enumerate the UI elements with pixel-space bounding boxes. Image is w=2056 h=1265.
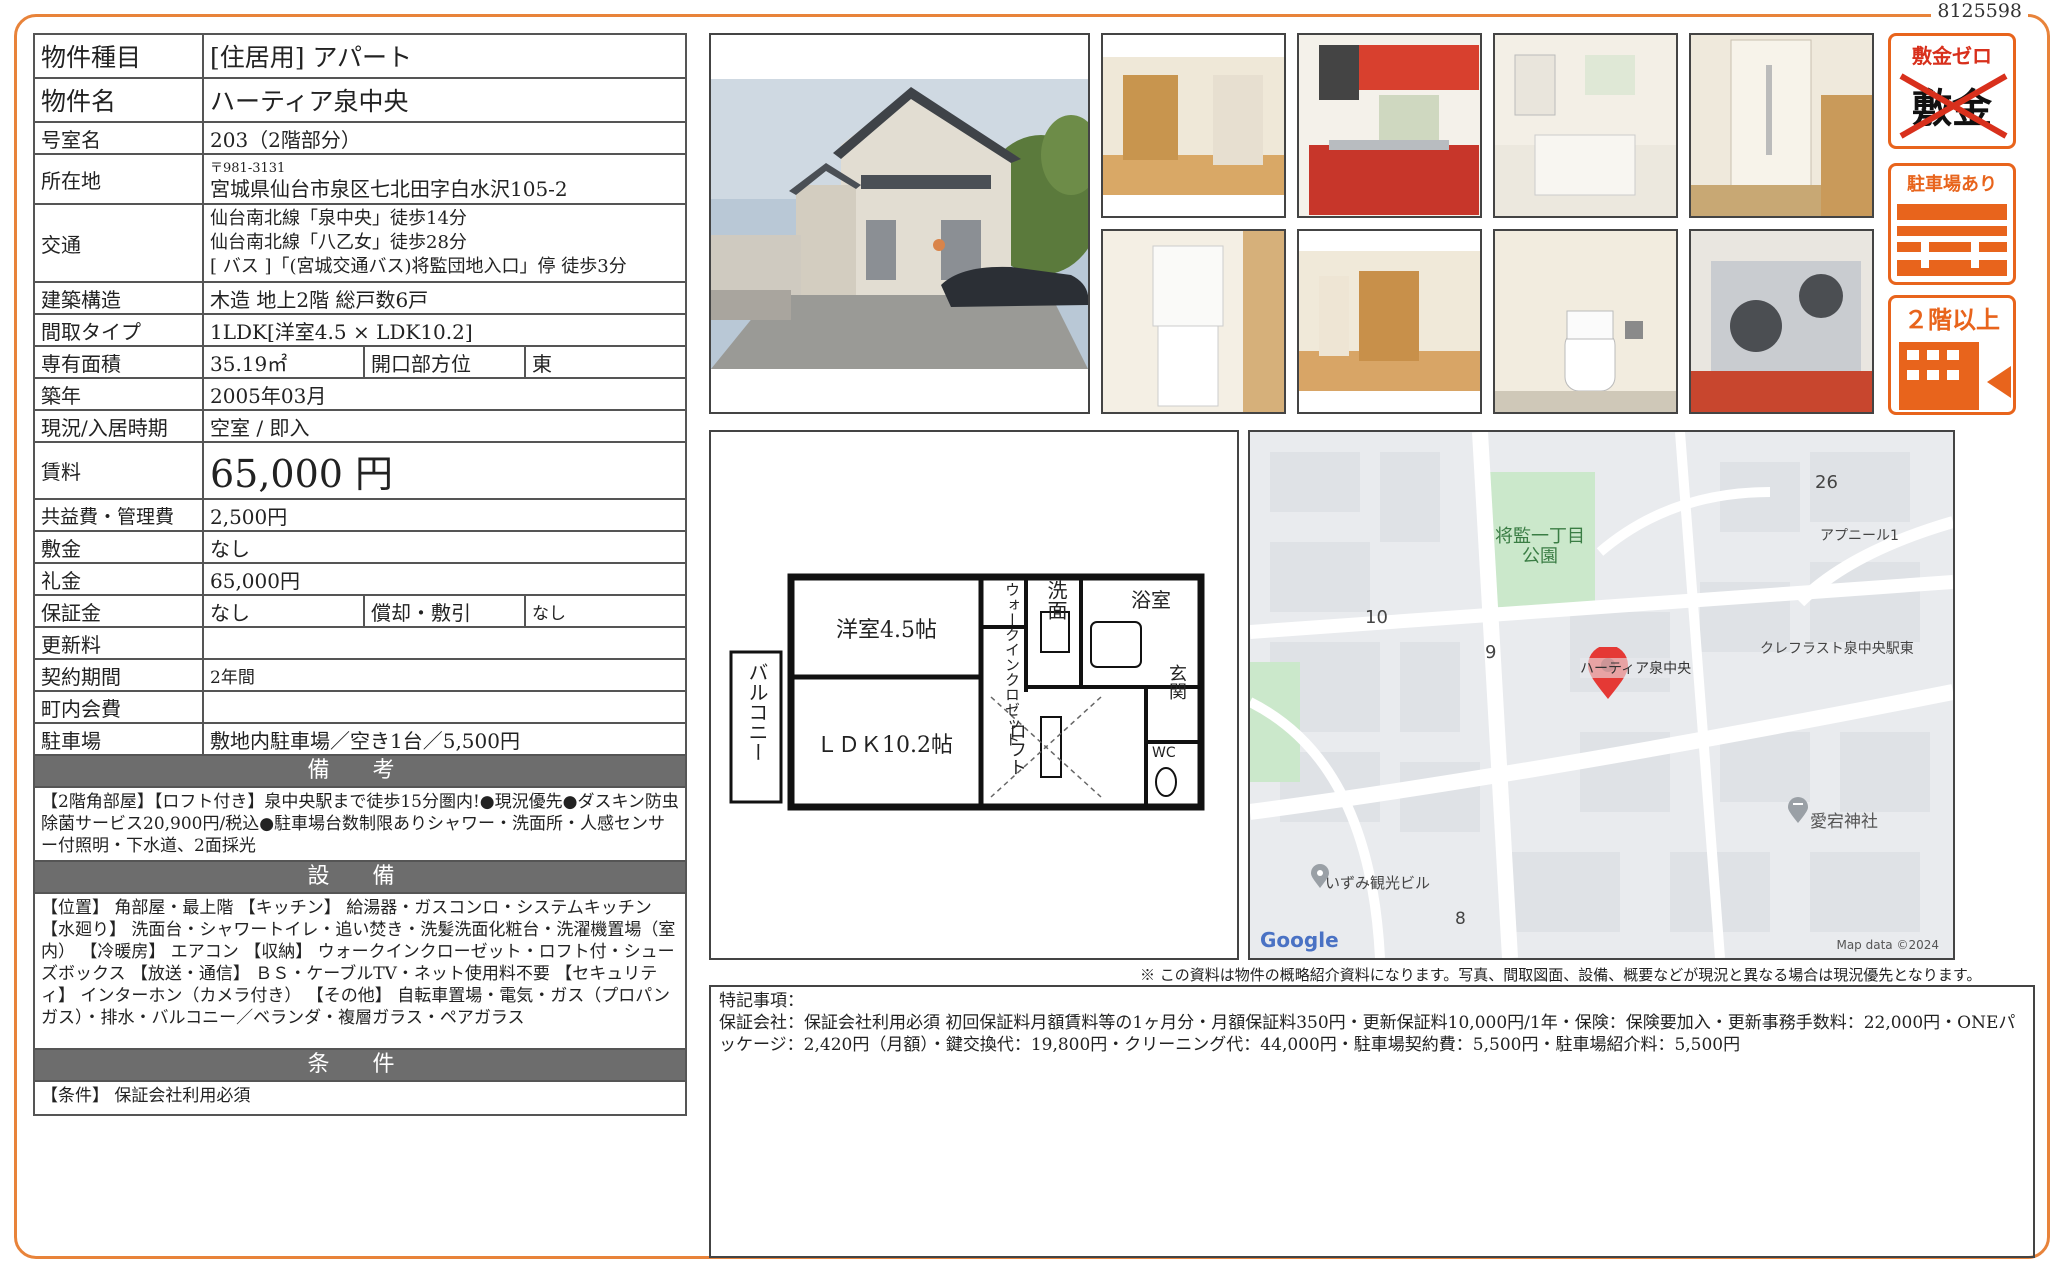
structure-value: 木造 地上2階 総戸数6戸 [202, 281, 687, 315]
room-label: 号室名 [33, 121, 204, 155]
badge-no-deposit: 敷金ゼロ 敷金 [1888, 33, 2016, 149]
layout-value: 1LDK[洋室4.5 × LDK10.2] [202, 313, 687, 347]
deposit-value: なし [202, 530, 687, 564]
address-value: 宮城県仙台市泉区七北田字白水沢105-2 [210, 177, 568, 201]
equipment-text: 【位置】 角部屋・最上階 【キッチン】 給湯器・ガスコンロ・システムキッチン 【… [33, 894, 687, 1050]
special-notes-title: 特記事項： [719, 991, 804, 1011]
map-data-credit: Map data ©2024 [1836, 938, 1939, 952]
spec-panel: 物件種目 [住居用] アパート 物件名 ハーティア泉中央 号室名 203（2階部… [33, 33, 687, 1116]
map-cleflast-label: クレフラスト泉中央駅東 [1760, 641, 1914, 657]
remarks-heading: 備 考 [33, 756, 687, 788]
map-block-9: 9 [1485, 642, 1497, 663]
badge-parking-label: 駐車場あり [1907, 174, 1997, 195]
map-block-26: 26 [1815, 472, 1838, 493]
balcony-label: バルコニー [745, 662, 769, 762]
interior-photo-bathroom [1493, 33, 1678, 218]
layout-label: 間取タイプ [33, 313, 204, 347]
transport-label: 交通 [33, 203, 204, 283]
wc-label: WC [1152, 745, 1176, 761]
interior-photo-ldk [1297, 229, 1482, 414]
interior-photo-entrance [1689, 33, 1874, 218]
postal-code: 〒981-3131 [210, 161, 286, 176]
transport-line-1: 仙台南北線「泉中央」徒歩14分 [210, 208, 467, 229]
interior-photo-kitchen [1297, 33, 1482, 218]
name-label: 物件名 [33, 77, 204, 123]
interior-photo-vanity [1101, 229, 1286, 414]
google-logo: Google [1260, 928, 1339, 952]
contract-label: 契約期間 [33, 658, 204, 692]
structure-label: 建築構造 [33, 281, 204, 315]
fee-value: 2,500円 [202, 498, 687, 532]
built-value: 2005年03月 [202, 377, 687, 411]
rent-label: 賃料 [33, 441, 204, 500]
room-western-label: 洋室4.5帖 [836, 618, 937, 643]
ldk-label: ＬＤＫ10.2帖 [816, 733, 953, 758]
document-id: 8125598 [1931, 0, 2028, 22]
entrance-label: 玄関 [1166, 664, 1187, 700]
special-notes-box: 特記事項： 保証会社：保証会社利用必須 初回保証料月額賃料等の1ヶ月分・月額保証… [709, 985, 2035, 1258]
interior-photo-room [1101, 33, 1286, 218]
badge-parking: 駐車場あり [1888, 163, 2016, 285]
direction-label: 開口部方位 [363, 345, 526, 379]
amort-value: なし [524, 594, 687, 628]
spec-table: 物件種目 [住居用] アパート 物件名 ハーティア泉中央 号室名 203（2階部… [33, 33, 687, 756]
direction-value: 東 [524, 345, 687, 379]
status-value: 空室 / 即入 [202, 409, 687, 443]
renewal-value [202, 626, 687, 660]
keymoney-value: 65,000円 [202, 562, 687, 596]
building-icon [1899, 342, 2011, 410]
map-block-10: 10 [1365, 607, 1388, 628]
map-shrine-label: 愛宕神社 [1810, 812, 1878, 832]
conditions-text: 【条件】 保証会社利用必須 [33, 1082, 687, 1116]
map-izumi-label: いずみ観光ビル [1325, 874, 1431, 892]
special-notes-text: 保証会社：保証会社利用必須 初回保証料月額賃料等の1ヶ月分・月額保証料350円・… [719, 1013, 2016, 1055]
badge-second-floor: ２階以上 [1888, 295, 2016, 415]
built-label: 築年 [33, 377, 204, 411]
fee-label: 共益費・管理費 [33, 498, 204, 532]
contract-value: 2年間 [202, 658, 687, 692]
equipment-heading: 設 備 [33, 862, 687, 894]
map-apnir-label: アプニール1 [1820, 528, 1899, 544]
badge-second-floor-label: ２階以上 [1904, 306, 2000, 334]
type-label: 物件種目 [33, 33, 204, 79]
map-pin-label: ハーティア泉中央 [1580, 658, 1692, 678]
deposit-label: 敷金 [33, 530, 204, 564]
map-block-8: 8 [1455, 909, 1466, 929]
assoc-label: 町内会費 [33, 690, 204, 724]
rent-value: 65,000 円 [202, 441, 687, 500]
area-label: 専有面積 [33, 345, 204, 379]
guarantee-label: 保証金 [33, 594, 204, 628]
status-label: 現況/入居時期 [33, 409, 204, 443]
parking-label: 駐車場 [33, 722, 204, 756]
amort-label: 償却・敷引 [363, 594, 526, 628]
property-name: ハーティア泉中央 [202, 77, 687, 123]
parking-value: 敷地内駐車場／空き1台／5,500円 [202, 722, 687, 756]
address-label: 所在地 [33, 153, 204, 205]
interior-photo-stove [1689, 229, 1874, 414]
transport-line-2: 仙台南北線「八乙女」徒歩28分 [210, 232, 467, 253]
area-value: 35.19㎡ [202, 345, 365, 379]
map-place-marker-icon [1311, 864, 1329, 888]
exterior-photo [709, 33, 1090, 414]
floor-plan: 洋室4.5帖 ウォークインクロゼット 洗面 浴室 バルコニー 玄関 ＬＤＫ10.… [709, 430, 1239, 960]
interior-photo-toilet [1493, 229, 1678, 414]
transport-line-3: [ バス ]「(宮城交通バス)将監団地入口」停 徒歩3分 [210, 256, 627, 277]
disclaimer-text: ※ この資料は物件の概略紹介資料になります。写真、間取図面、設備、概要などが現況… [1140, 966, 1982, 984]
assoc-value [202, 690, 687, 724]
remarks-text: 【2階角部屋】【ロフト付き】泉中央駅まで徒歩15分圏内!●現況優先●ダスキン防虫… [33, 788, 687, 862]
type-value: [住居用] アパート [202, 33, 687, 79]
bath-label: 浴室 [1131, 588, 1171, 612]
guarantee-value: なし [202, 594, 365, 628]
location-map[interactable]: 将監一丁目公園 ハーティア泉中央 26 アプニール1 クレフラスト泉中央駅東 1… [1248, 430, 1955, 960]
loft-label: ロフト [1006, 722, 1027, 776]
room-value: 203（2階部分） [202, 121, 687, 155]
keymoney-label: 礼金 [33, 562, 204, 596]
wash-label: 洗面 [1044, 580, 1068, 620]
renewal-label: 更新料 [33, 626, 204, 660]
shrine-marker-icon [1788, 797, 1808, 823]
parking-icon [1897, 204, 2007, 276]
map-park-label: 将監一丁目公園 [1495, 526, 1585, 567]
conditions-heading: 条 件 [33, 1050, 687, 1082]
